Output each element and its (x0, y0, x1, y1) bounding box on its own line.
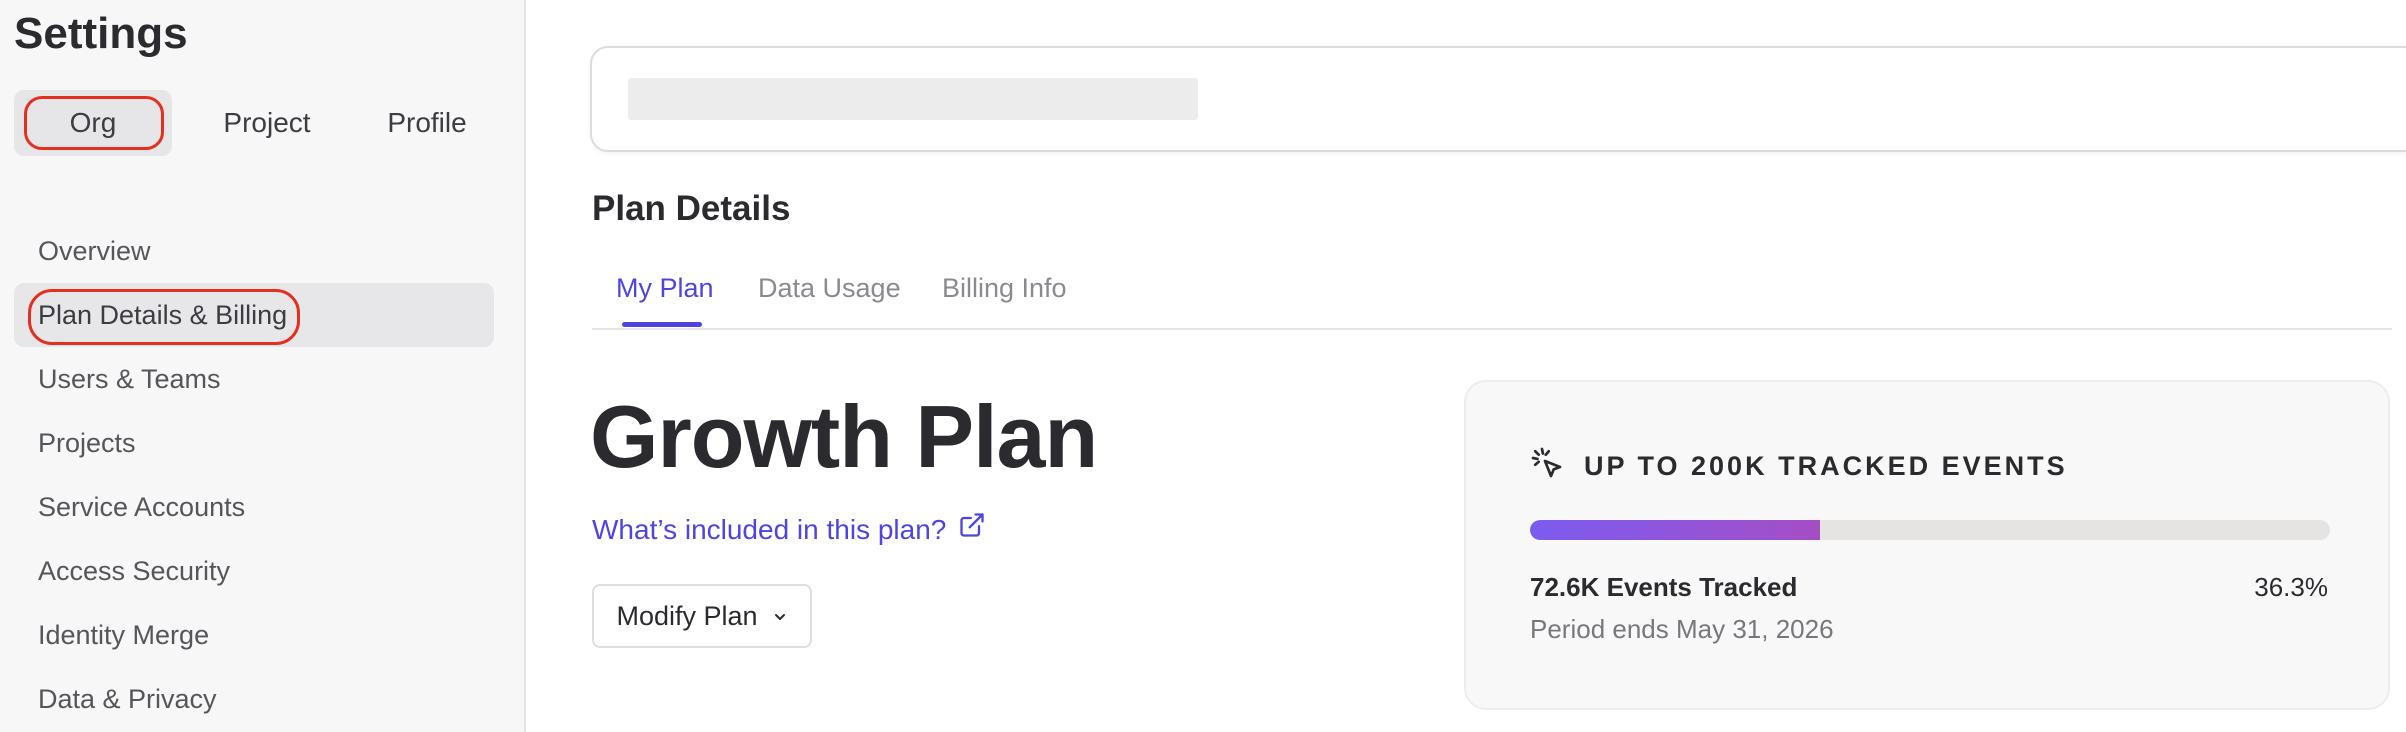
usage-title: UP TO 200K TRACKED EVENTS (1584, 451, 2068, 481)
settings-nav: Overview Plan Details & Billing Users & … (14, 219, 494, 731)
sidebar-item-data-privacy[interactable]: Data & Privacy (14, 667, 494, 731)
usage-header: UP TO 200K TRACKED EVENTS (1530, 446, 2068, 487)
scope-tab-profile[interactable]: Profile (352, 90, 502, 156)
plan-included-link[interactable]: What’s included in this plan? (592, 510, 986, 550)
org-highlight-annotation (24, 96, 164, 150)
sidebar-item-label: Identity Merge (38, 620, 210, 650)
settings-sidebar: Settings Org Project Profile Overview Pl… (0, 0, 526, 732)
scope-tab-profile-label: Profile (387, 107, 467, 138)
sidebar-item-plan-details-billing[interactable]: Plan Details & Billing (14, 283, 494, 347)
tab-data-usage[interactable]: Data Usage (758, 258, 901, 330)
sidebar-item-identity-merge[interactable]: Identity Merge (14, 603, 494, 667)
scope-tab-org[interactable]: Org (14, 90, 172, 156)
usage-card: UP TO 200K TRACKED EVENTS 72.6K Events T… (1464, 380, 2390, 710)
external-link-icon (958, 510, 986, 550)
plan-name: Growth Plan (590, 387, 1098, 486)
usage-percent: 36.3% (2254, 572, 2328, 602)
plan-included-link-label: What’s included in this plan? (592, 514, 947, 545)
scope-tabs: Org Project Profile (14, 90, 484, 156)
chevron-down-icon (772, 601, 788, 632)
sidebar-item-label: Users & Teams (38, 364, 221, 394)
sidebar-item-access-security[interactable]: Access Security (14, 539, 494, 603)
sidebar-item-projects[interactable]: Projects (14, 411, 494, 475)
period-ends: Period ends May 31, 2026 (1530, 614, 1834, 644)
sidebar-item-overview[interactable]: Overview (14, 219, 494, 283)
scope-tab-project[interactable]: Project (192, 90, 342, 156)
active-tab-indicator (622, 322, 702, 327)
scope-tab-project-label: Project (223, 107, 311, 138)
modify-plan-button[interactable]: Modify Plan (592, 584, 812, 648)
cursor-click-icon (1530, 446, 1566, 487)
tab-my-plan[interactable]: My Plan (616, 258, 714, 330)
sidebar-item-label: Overview (38, 236, 151, 266)
plan-billing-highlight-annotation (28, 289, 300, 345)
sidebar-item-service-accounts[interactable]: Service Accounts (14, 475, 494, 539)
search-input[interactable] (590, 46, 2406, 152)
plan-tabs: My Plan Data Usage Billing Info (592, 258, 2392, 330)
search-placeholder-skeleton (628, 78, 1198, 120)
page-title: Plan Details (592, 189, 791, 228)
sidebar-title: Settings (14, 9, 188, 58)
usage-progress-bar (1530, 520, 2330, 540)
sidebar-item-users-teams[interactable]: Users & Teams (14, 347, 494, 411)
sidebar-item-label: Data & Privacy (38, 684, 217, 714)
events-tracked: 72.6K Events Tracked (1530, 572, 1798, 602)
usage-progress-fill (1530, 520, 1821, 540)
sidebar-item-label: Service Accounts (38, 492, 246, 522)
tab-billing-info[interactable]: Billing Info (942, 258, 1067, 330)
sidebar-item-label: Projects (38, 428, 136, 458)
sidebar-item-label: Access Security (38, 556, 231, 586)
modify-plan-label: Modify Plan (616, 600, 758, 631)
